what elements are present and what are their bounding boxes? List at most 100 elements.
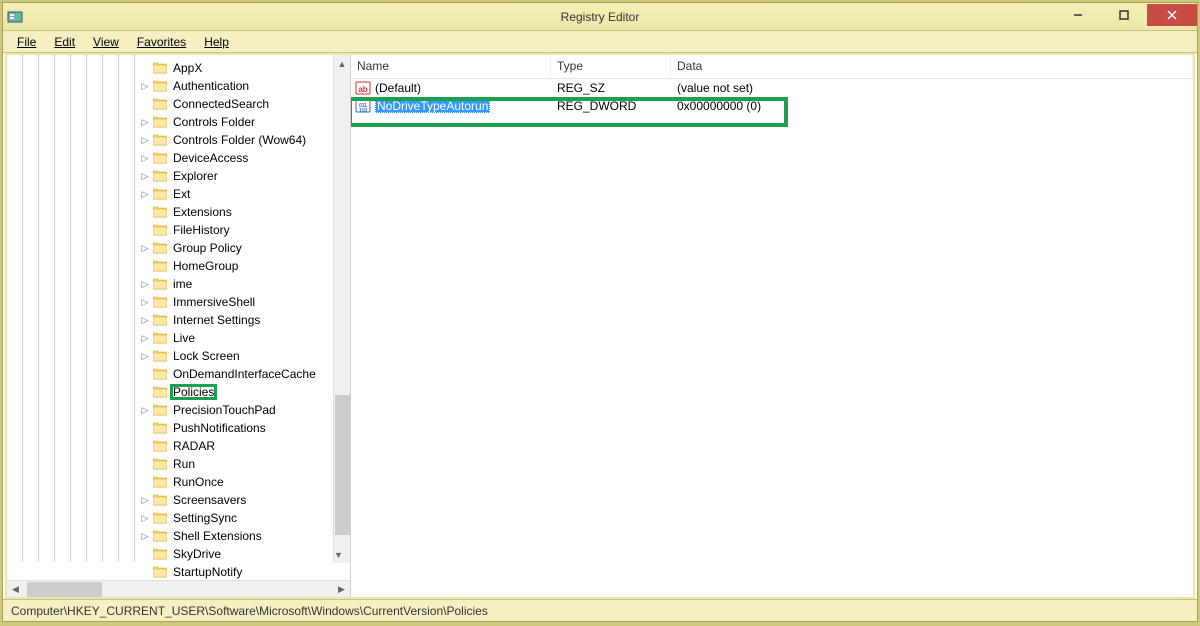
- value-data: (value not set): [671, 81, 1193, 95]
- tree-item-label: DeviceAccess: [171, 151, 250, 165]
- tree-item[interactable]: ▷SkyDrive: [139, 545, 350, 563]
- tree-item[interactable]: ▷Group Policy: [139, 239, 350, 257]
- tree-item[interactable]: ▷ DeviceAccess: [139, 149, 350, 167]
- window-title: Registry Editor: [561, 10, 640, 24]
- tree-item[interactable]: ▷Ext: [139, 185, 350, 203]
- value-row[interactable]: ab(Default)REG_SZ(value not set): [351, 79, 1193, 97]
- tree-item-label: PushNotifications: [171, 421, 268, 435]
- expander-icon[interactable]: ▷: [139, 513, 151, 524]
- expander-icon[interactable]: ▷: [139, 333, 151, 344]
- tree-item[interactable]: ▷ConnectedSearch: [139, 95, 350, 113]
- folder-icon: [153, 386, 167, 398]
- expander-icon[interactable]: ▷: [139, 117, 151, 128]
- tree-item[interactable]: ▷RADAR: [139, 437, 350, 455]
- expander-icon[interactable]: ▷: [139, 315, 151, 326]
- tree-item-label: PrecisionTouchPad: [171, 403, 278, 417]
- tree-item[interactable]: ▷ Authentication: [139, 77, 350, 95]
- scrollbar-thumb[interactable]: [335, 395, 350, 535]
- expander-icon[interactable]: ▷: [139, 81, 151, 92]
- minimize-button[interactable]: [1055, 4, 1101, 26]
- tree-item[interactable]: ▷RunOnce: [139, 473, 350, 491]
- tree-item[interactable]: ▷Lock Screen: [139, 347, 350, 365]
- tree-item[interactable]: ▷PushNotifications: [139, 419, 350, 437]
- tree-item[interactable]: ▷StartupNotify: [139, 563, 350, 580]
- tree-item[interactable]: ▷Extensions: [139, 203, 350, 221]
- scrollbar-thumb[interactable]: [27, 582, 102, 597]
- value-data: 0x00000000 (0): [671, 99, 1193, 113]
- tree-item[interactable]: ▷ PrecisionTouchPad: [139, 401, 350, 419]
- close-button[interactable]: [1147, 4, 1197, 26]
- value-type: REG_DWORD: [551, 99, 671, 113]
- expander-icon[interactable]: ▷: [139, 243, 151, 254]
- string-value-icon: ab: [355, 80, 371, 96]
- tree-vertical-scrollbar[interactable]: ▲ ▼: [333, 55, 350, 563]
- menubar: File Edit View Favorites Help: [3, 31, 1197, 53]
- tree-item[interactable]: ▷ime: [139, 275, 350, 293]
- tree-item[interactable]: ▷Controls Folder: [139, 113, 350, 131]
- tree-item-label: Explorer: [171, 169, 220, 183]
- menu-file[interactable]: File: [9, 33, 44, 51]
- tree-item[interactable]: ▷Run: [139, 455, 350, 473]
- tree-item[interactable]: ▷Shell Extensions: [139, 527, 350, 545]
- titlebar[interactable]: Registry Editor: [3, 3, 1197, 31]
- tree-item[interactable]: ▷ Screensavers: [139, 491, 350, 509]
- folder-icon: [153, 62, 167, 74]
- expander-icon[interactable]: ▷: [139, 279, 151, 290]
- folder-icon: [153, 440, 167, 452]
- tree-item[interactable]: ▷ Explorer: [139, 167, 350, 185]
- tree-item[interactable]: ▷ Controls Folder (Wow64): [139, 131, 350, 149]
- tree-pane: ▷AppX▷Authentication▷ConnectedSearch▷Con…: [7, 55, 351, 597]
- expander-icon[interactable]: ▷: [139, 495, 151, 506]
- folder-icon: [153, 242, 167, 254]
- tree-item[interactable]: ▷Policies: [139, 383, 350, 401]
- maximize-button[interactable]: [1101, 4, 1147, 26]
- value-row[interactable]: 011110 NoDriveTypeAutorun REG_DWORD0x00000…: [351, 97, 1193, 115]
- column-data[interactable]: Data: [671, 55, 1193, 78]
- tree-item[interactable]: ▷Internet Settings: [139, 311, 350, 329]
- value-name: (Default): [375, 81, 421, 95]
- folder-icon: [153, 260, 167, 272]
- content-area: ▷AppX▷Authentication▷ConnectedSearch▷Con…: [5, 53, 1195, 599]
- tree-item[interactable]: ▷SettingSync: [139, 509, 350, 527]
- folder-icon: [153, 368, 167, 380]
- folder-icon: [153, 296, 167, 308]
- expander-icon[interactable]: ▷: [139, 297, 151, 308]
- dword-value-icon: 011110: [355, 98, 371, 114]
- folder-icon: [153, 458, 167, 470]
- tree-item-label: Screensavers: [171, 493, 248, 507]
- tree-item-label: Authentication: [171, 79, 251, 93]
- folder-icon: [153, 314, 167, 326]
- svg-text:ab: ab: [358, 85, 367, 94]
- menu-edit[interactable]: Edit: [46, 33, 83, 51]
- expander-icon[interactable]: ▷: [139, 531, 151, 542]
- expander-icon[interactable]: ▷: [139, 351, 151, 362]
- tree-item-label: Extensions: [171, 205, 234, 219]
- expander-icon[interactable]: ▷: [139, 189, 151, 200]
- expander-icon[interactable]: ▷: [139, 135, 151, 146]
- menu-help[interactable]: Help: [196, 33, 237, 51]
- folder-icon: [153, 350, 167, 362]
- tree-item[interactable]: ▷HomeGroup: [139, 257, 350, 275]
- tree-item[interactable]: ▷ Live: [139, 329, 350, 347]
- value-name: NoDriveTypeAutorun: [375, 99, 490, 113]
- tree-item-label: AppX: [171, 61, 204, 75]
- menu-favorites[interactable]: Favorites: [129, 33, 194, 51]
- column-headers: Name Type Data: [351, 55, 1193, 79]
- tree-item-label: Controls Folder (Wow64): [171, 133, 308, 147]
- tree-item-label: Live: [171, 331, 197, 345]
- expander-icon[interactable]: ▷: [139, 153, 151, 164]
- expander-icon[interactable]: ▷: [139, 171, 151, 182]
- tree-item[interactable]: ▷FileHistory: [139, 221, 350, 239]
- folder-icon: [153, 116, 167, 128]
- tree-item[interactable]: ▷ImmersiveShell: [139, 293, 350, 311]
- column-name[interactable]: Name: [351, 55, 551, 78]
- tree-horizontal-scrollbar[interactable]: ◀ ▶: [7, 580, 350, 597]
- tree-item[interactable]: ▷AppX: [139, 59, 350, 77]
- tree-item-label: RADAR: [171, 439, 217, 453]
- tree-item-label: SkyDrive: [171, 547, 223, 561]
- folder-icon: [153, 494, 167, 506]
- menu-view[interactable]: View: [85, 33, 127, 51]
- tree-item[interactable]: ▷OnDemandInterfaceCache: [139, 365, 350, 383]
- column-type[interactable]: Type: [551, 55, 671, 78]
- expander-icon[interactable]: ▷: [139, 405, 151, 416]
